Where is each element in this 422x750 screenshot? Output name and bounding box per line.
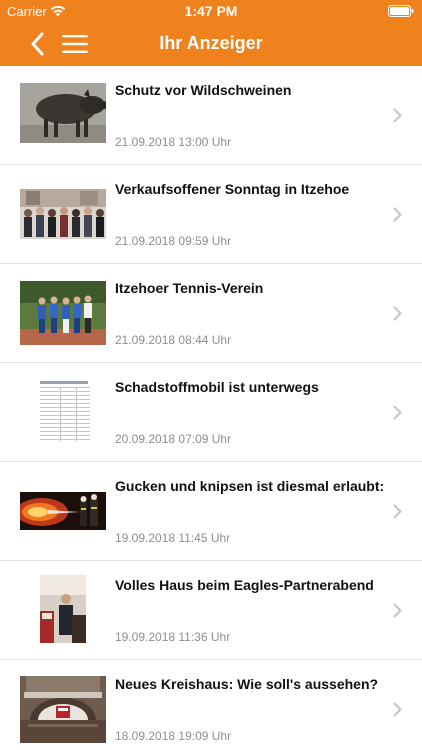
list-item[interactable]: Itzehoer Tennis-Verein 21.09.2018 08:44 … — [0, 264, 422, 363]
article-date: 19.09.2018 11:36 Uhr — [115, 630, 231, 644]
status-time: 1:47 PM — [184, 3, 238, 19]
list-item[interactable]: Neues Kreishaus: Wie soll's aussehen? 18… — [0, 660, 422, 750]
chevron-right-icon — [393, 504, 402, 519]
chevron-right-icon — [393, 702, 402, 717]
article-title: Itzehoer Tennis-Verein — [115, 280, 264, 296]
article-title: Schutz vor Wildschweinen — [115, 82, 292, 98]
navigation-bar: Ihr Anzeiger — [0, 22, 422, 66]
article-title: Volles Haus beim Eagles-Partnerabend — [115, 577, 374, 593]
list-item[interactable]: Volles Haus beim Eagles-Partnerabend 19.… — [0, 561, 422, 660]
chevron-right-icon — [393, 108, 402, 123]
speaker-thumbnail — [20, 575, 106, 643]
chevron-right-icon — [393, 405, 402, 420]
battery-icon — [388, 5, 414, 17]
article-date: 21.09.2018 13:00 Uhr — [115, 135, 232, 149]
article-title: Schadstoffmobil ist unterwegs — [115, 379, 319, 395]
article-title: Neues Kreishaus: Wie soll's aussehen? — [115, 676, 379, 692]
list-item[interactable]: Verkaufsoffener Sonntag in Itzehoe 21.09… — [0, 165, 422, 264]
article-date: 21.09.2018 08:44 Uhr — [115, 333, 232, 347]
status-bar: Carrier 1:47 PM — [0, 0, 422, 22]
article-title: Gucken und knipsen ist diesmal erlaubt: — [115, 478, 385, 494]
article-title: Verkaufsoffener Sonntag in Itzehoe — [115, 181, 350, 197]
article-date: 18.09.2018 19:09 Uhr — [115, 729, 232, 743]
article-date: 19.09.2018 11:45 Uhr — [115, 531, 231, 545]
list-item[interactable]: Gucken und knipsen ist diesmal erlaubt: … — [0, 462, 422, 561]
app-header: Carrier 1:47 PM Ihr Anzeiger — [0, 0, 422, 66]
article-list: Schutz vor Wildschweinen 21.09.2018 13:0… — [0, 66, 422, 750]
list-item[interactable]: Schutz vor Wildschweinen 21.09.2018 13:0… — [0, 66, 422, 165]
chevron-right-icon — [393, 306, 402, 321]
chevron-right-icon — [393, 207, 402, 222]
chevron-right-icon — [393, 603, 402, 618]
tennis-team-thumbnail — [20, 281, 106, 345]
article-date: 20.09.2018 07:09 Uhr — [115, 432, 232, 446]
page-title: Ihr Anzeiger — [159, 33, 263, 53]
article-date: 21.09.2018 09:59 Uhr — [115, 234, 232, 248]
building-model-thumbnail — [20, 676, 106, 743]
list-item[interactable]: Schadstoffmobil ist unterwegs 20.09.2018… — [0, 363, 422, 462]
wild-boar-thumbnail — [20, 83, 106, 143]
schedule-document-thumbnail — [20, 377, 106, 447]
crowd-thumbnail — [20, 189, 106, 239]
firefighters-thumbnail — [20, 492, 106, 530]
